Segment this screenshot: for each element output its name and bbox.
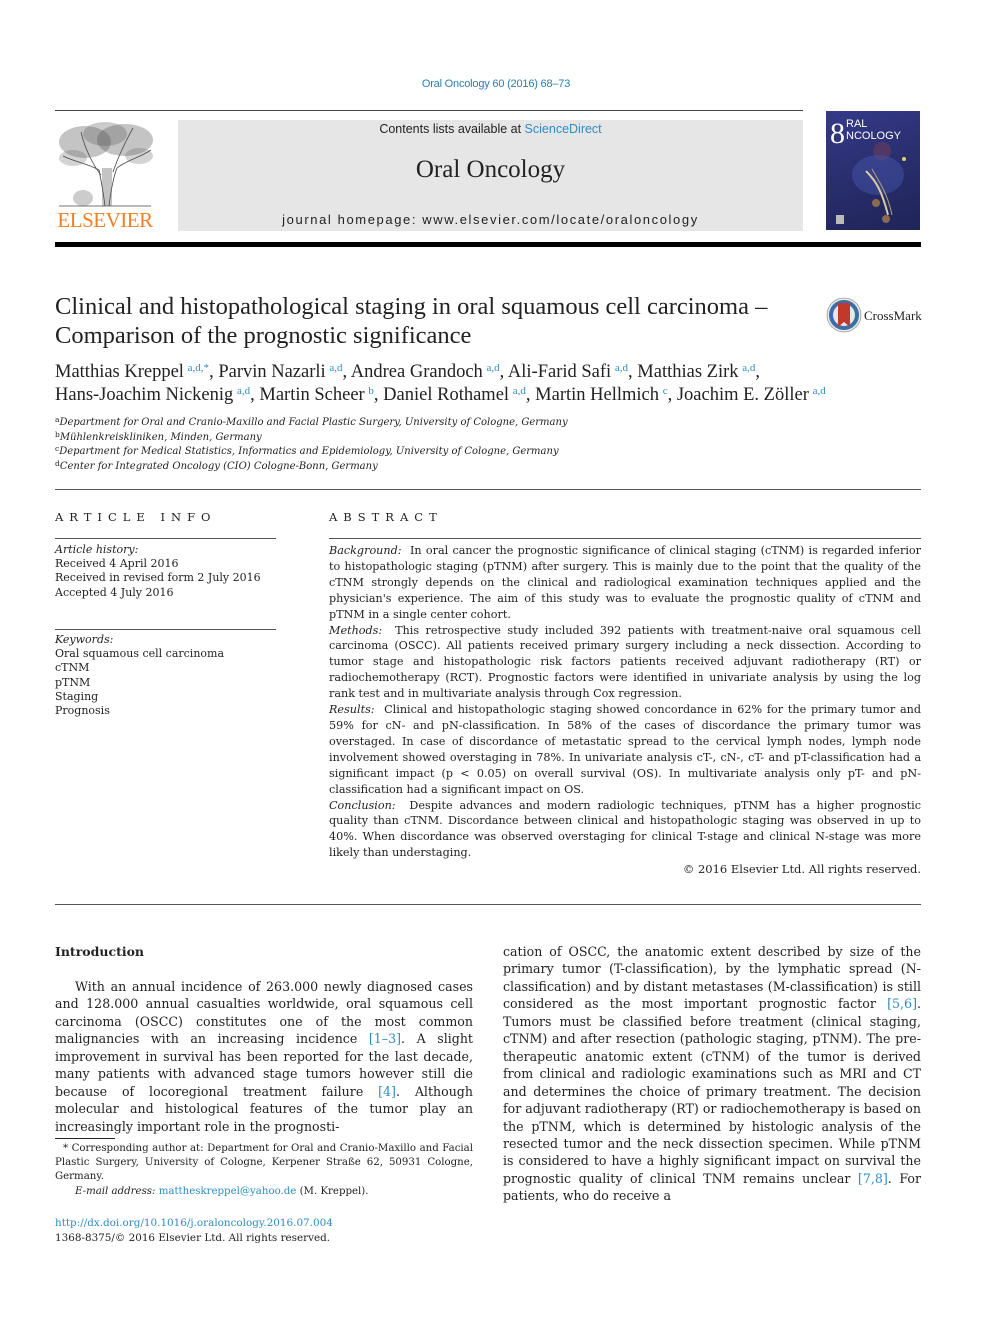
keywords-label: Keywords: — [55, 633, 114, 646]
abstract-background: Background: In oral cancer the prognosti… — [329, 544, 921, 621]
author[interactable]: Martin Hellmich c — [535, 385, 667, 405]
footnote: * Corresponding author at: Department fo… — [55, 1142, 473, 1199]
author[interactable]: Parvin Nazarli a,d — [218, 362, 342, 382]
reference-link[interactable]: [5,6] — [887, 996, 917, 1011]
corresponding-author-note: * Corresponding author at: Department fo… — [55, 1143, 473, 1183]
article-title: Clinical and histopathological staging i… — [55, 293, 768, 349]
author[interactable]: Ali-Farid Safi a,d — [508, 362, 628, 382]
affiliation: cDepartment for Medical Statistics, Info… — [55, 444, 559, 458]
author[interactable]: Matthias Zirk a,d — [637, 362, 755, 382]
svg-text:8: 8 — [830, 117, 845, 150]
abstract-methods: Methods: This retrospective study includ… — [329, 623, 921, 701]
affiliation: dCenter for Integrated Oncology (CIO) Co… — [55, 458, 378, 472]
section-rule — [55, 489, 921, 490]
reference-link[interactable]: [1–3] — [369, 1031, 401, 1046]
author[interactable]: Hans-Joachim Nickenig a,d — [55, 385, 250, 405]
history-item: Accepted 4 July 2016 — [55, 585, 174, 599]
abstract-conclusion: Conclusion: Despite advances and modern … — [329, 798, 921, 860]
journal-masthead: Contents lists available at ScienceDirec… — [178, 120, 803, 231]
reference-link[interactable]: [4] — [378, 1084, 396, 1099]
header-rule — [55, 110, 803, 111]
reference-link[interactable]: [7,8] — [858, 1171, 888, 1186]
sciencedirect-link[interactable]: ScienceDirect — [525, 122, 602, 136]
cover-title: RAL NCOLOGY — [846, 118, 901, 142]
paragraph: cation of OSCC, the anatomic extent desc… — [503, 944, 921, 1204]
introduction-heading: Introduction — [55, 944, 145, 959]
article-info-heading: ARTICLE INFO — [55, 510, 217, 524]
author[interactable]: Matthias Kreppel a,d,* — [55, 362, 209, 382]
paragraph: With an annual incidence of 263.000 newl… — [55, 979, 473, 1134]
history-item: Received 4 April 2016 — [55, 557, 179, 571]
author[interactable]: Daniel Rothamel a,d — [383, 385, 526, 405]
publisher-name: ELSEVIER — [57, 208, 153, 232]
crossmark-button[interactable]: CrossMark — [826, 297, 926, 333]
crossmark-label: CrossMark — [864, 308, 922, 323]
abstract-rule — [329, 538, 921, 539]
author[interactable]: Joachim E. Zöller a,d — [677, 385, 826, 405]
contents-prefix: Contents lists available at — [379, 122, 525, 136]
keyword: Staging — [55, 689, 99, 703]
body-column-right: cation of OSCC, the anatomic extent desc… — [503, 943, 921, 1205]
cover-title-line2: NCOLOGY — [846, 130, 902, 142]
cover-title-line1: RAL — [846, 118, 868, 130]
header-thick-rule — [55, 242, 921, 247]
body-rule — [55, 904, 921, 905]
history-item: Received in revised form 2 July 2016 — [55, 571, 261, 585]
affiliations: aDepartment for Oral and Cranio-Maxillo … — [55, 416, 755, 474]
abstract-body: Background: In oral cancer the prognosti… — [329, 543, 921, 861]
journal-homepage[interactable]: journal homepage: www.elsevier.com/locat… — [178, 212, 803, 227]
elsevier-logo[interactable]: ELSEVIER — [55, 120, 155, 232]
keyword: cTNM — [55, 661, 90, 675]
body-column-left: With an annual incidence of 263.000 newl… — [55, 978, 473, 1135]
crossmark-icon — [826, 297, 862, 333]
abstract-results: Results: Clinical and histopathologic st… — [329, 703, 921, 796]
affiliation: aDepartment for Oral and Cranio-Maxillo … — [55, 415, 568, 428]
footnote-rule — [55, 1138, 115, 1139]
journal-cover[interactable]: 8 RAL NCOLOGY — [826, 111, 920, 230]
author[interactable]: Martin Scheer b — [259, 385, 374, 405]
doi-block: http://dx.doi.org/10.1016/j.oraloncology… — [55, 1216, 333, 1245]
abstract-heading: ABSTRACT — [329, 510, 443, 524]
doi-link[interactable]: http://dx.doi.org/10.1016/j.oraloncology… — [55, 1216, 333, 1231]
email-line: E-mail address: mattheskreppel@yahoo.de … — [75, 1185, 369, 1197]
keyword: Oral squamous cell carcinoma — [55, 647, 225, 661]
article-history: Article history: Received 4 April 2016 R… — [55, 543, 285, 600]
history-label: Article history: — [55, 543, 139, 556]
author-list: Matthias Kreppel a,d,*, Parvin Nazarli a… — [55, 362, 826, 405]
email-link[interactable]: mattheskreppel@yahoo.de — [159, 1186, 297, 1197]
abstract-copyright: © 2016 Elsevier Ltd. All rights reserved… — [682, 862, 921, 876]
affiliation: bMühlenkreiskliniken, Minden, Germany — [55, 429, 262, 443]
keywords: Keywords: Oral squamous cell carcinoma c… — [55, 633, 285, 718]
issn-line: 1368-8375/© 2016 Elsevier Ltd. All right… — [55, 1231, 331, 1244]
author[interactable]: Andrea Grandoch a,d — [351, 362, 500, 382]
journal-citation[interactable]: Oral Oncology 60 (2016) 68–73 — [0, 78, 992, 90]
keyword: pTNM — [55, 675, 91, 689]
keywords-rule — [55, 629, 276, 630]
journal-title[interactable]: Oral Oncology — [178, 156, 803, 184]
contents-line: Contents lists available at ScienceDirec… — [178, 122, 803, 136]
keyword: Prognosis — [55, 704, 110, 718]
article-info-rule — [55, 538, 276, 539]
tree-logo-icon — [59, 122, 153, 207]
